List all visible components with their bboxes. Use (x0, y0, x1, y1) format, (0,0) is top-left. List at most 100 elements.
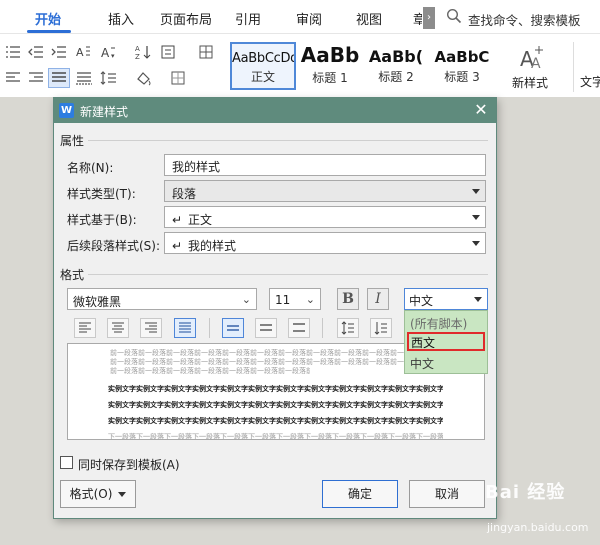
double-spacing-icon (293, 323, 305, 332)
align-left-button[interactable] (74, 318, 96, 338)
chevron-down-icon (472, 215, 480, 220)
tab-view[interactable]: 视图 (356, 9, 382, 28)
text-tools-button[interactable]: 文字 (573, 42, 600, 92)
watermark-url: jingyan.baidu.com (487, 521, 589, 534)
style-name-field[interactable]: 我的样式 (164, 154, 486, 176)
font-effect-icon[interactable]: A ▾ (100, 44, 118, 60)
search-icon[interactable] (446, 8, 462, 24)
tab-references[interactable]: 引用 (235, 9, 261, 28)
new-style-dialog: W 新建样式 ✕ 属性 名称(N): 我的样式 样式类型(T): 段落 样式基于… (53, 97, 497, 519)
format-section-label: 格式 (60, 268, 85, 282)
preview-previous-paragraph: 前一段落前一段落前一段落前一段落前一段落前一段落前一段落前一段落前一段落前一段落… (110, 367, 310, 375)
decrease-indent-icon[interactable] (27, 44, 45, 60)
decrease-paragraph-spacing-button[interactable] (370, 318, 392, 338)
single-spacing-icon (227, 325, 239, 331)
style-type-label: 样式类型(T): (67, 187, 136, 201)
language-select[interactable]: 中文 (404, 288, 488, 310)
style-heading-2-sample: AaBb( (368, 47, 424, 66)
tab-insert[interactable]: 插入 (108, 9, 134, 28)
style-heading-2[interactable]: AaBb( 标题 2 (364, 42, 428, 90)
text-direction-icon[interactable]: A (75, 44, 93, 60)
based-on-select[interactable]: ↵ 正文 (164, 206, 486, 228)
new-style-icon: AA (520, 46, 543, 72)
bold-button[interactable]: B (337, 288, 359, 310)
next-style-select[interactable]: ↵ 我的样式 (164, 232, 486, 254)
new-style-button[interactable]: AA 新样式 (508, 44, 556, 90)
properties-section-label: 属性 (60, 134, 85, 148)
svg-text:A: A (135, 45, 140, 53)
single-spacing-button[interactable] (222, 318, 244, 338)
dialog-title-bar[interactable]: W 新建样式 ✕ (54, 98, 496, 123)
toolbar-separator (209, 318, 210, 338)
tab-home[interactable]: 开始 (35, 9, 61, 28)
cancel-button[interactable]: 取消 (409, 480, 485, 508)
font-name-select[interactable]: 微软雅黑 ⌄ (67, 288, 257, 310)
table-grid-icon[interactable] (198, 44, 216, 60)
align-right-button[interactable] (140, 318, 162, 338)
style-normal[interactable]: AaBbCcDd 正文 (230, 42, 296, 90)
ribbon: 开始 插入 页面布局 引用 审阅 视图 章 › 查找命令、搜索模板 A A ▾ A… (0, 0, 600, 97)
align-left-icon[interactable] (4, 70, 22, 86)
increase-indent-icon[interactable] (50, 44, 68, 60)
paragraph-spacing-icon (341, 321, 354, 335)
list-indent-icon[interactable] (4, 44, 22, 60)
increase-paragraph-spacing-button[interactable] (337, 318, 359, 338)
chinese-layout-icon[interactable] (160, 44, 178, 60)
paragraph-spacing-icon (374, 322, 387, 335)
name-label: 名称(N): (67, 161, 114, 175)
style-type-value: 段落 (172, 187, 197, 201)
toolbar-separator (322, 318, 323, 338)
chevron-down-icon: ⌄ (305, 293, 315, 306)
wps-writer-icon: W (59, 103, 74, 118)
align-center-button[interactable] (107, 318, 129, 338)
chevron-down-icon (472, 241, 480, 246)
double-spacing-button[interactable] (288, 318, 310, 338)
svg-text:A: A (531, 56, 541, 72)
language-option-western[interactable]: 西文 (407, 332, 485, 351)
style-heading-1[interactable]: AaBb 标题 1 (298, 42, 362, 90)
ok-button[interactable]: 确定 (322, 480, 398, 508)
font-size-value: 11 (275, 293, 291, 307)
save-to-template-checkbox[interactable] (60, 456, 73, 469)
properties-divider (88, 140, 488, 141)
preview-sample-text: 实例文字实例文字实例文字实例文字实例文字实例文字实例文字实例文字实例文字实例文字… (108, 417, 443, 425)
tab-page-layout[interactable]: 页面布局 (160, 9, 212, 28)
justify-icon[interactable] (48, 68, 70, 88)
font-size-select[interactable]: 11 ⌄ (269, 288, 321, 310)
close-icon[interactable]: ✕ (472, 101, 490, 119)
one-half-spacing-button[interactable] (255, 318, 277, 338)
next-style-label: 后续段落样式(S): (67, 239, 161, 253)
active-tab-indicator (27, 30, 71, 33)
format-menu-button[interactable]: 格式(O) (60, 480, 136, 508)
language-option-all-scripts: (所有脚本) (410, 317, 468, 331)
align-left-icon (79, 322, 91, 333)
justify-button[interactable] (174, 318, 196, 338)
language-option-chinese[interactable]: 中文 (407, 353, 485, 372)
align-right-icon[interactable] (27, 70, 45, 86)
svg-text:A: A (101, 46, 110, 60)
one-half-spacing-icon (260, 324, 272, 331)
justify-icon (179, 322, 191, 333)
tab-review[interactable]: 审阅 (296, 9, 322, 28)
borders-icon[interactable] (170, 70, 188, 86)
language-dropdown-list: (所有脚本) 西文 中文 (404, 310, 488, 374)
distributed-align-icon[interactable] (75, 70, 93, 86)
search-command-input[interactable]: 查找命令、搜索模板 (468, 10, 581, 29)
style-type-select[interactable]: 段落 (164, 180, 486, 202)
ribbon-tab-bar: 开始 插入 页面布局 引用 审阅 视图 章 › 查找命令、搜索模板 (0, 0, 600, 34)
style-heading-1-name: 标题 1 (312, 71, 348, 85)
tab-scroll-right-button[interactable]: › (423, 7, 435, 29)
svg-text:Z: Z (135, 53, 140, 60)
italic-button[interactable]: I (367, 288, 389, 310)
tab-chapter[interactable]: 章 (413, 9, 422, 28)
style-heading-3[interactable]: AaBbC 标题 3 (430, 42, 494, 90)
dialog-title: 新建样式 (80, 105, 129, 119)
line-spacing-icon[interactable] (100, 70, 118, 86)
style-heading-3-sample: AaBbC (434, 48, 490, 66)
preview-sample-text: 实例文字实例文字实例文字实例文字实例文字实例文字实例文字实例文字实例文字实例文字… (108, 401, 443, 409)
new-style-label: 新样式 (512, 76, 549, 90)
sort-icon[interactable]: AZ (135, 44, 153, 60)
svg-text:▾: ▾ (111, 52, 115, 60)
shading-icon[interactable] (135, 70, 153, 86)
font-name-value: 微软雅黑 (73, 295, 122, 309)
